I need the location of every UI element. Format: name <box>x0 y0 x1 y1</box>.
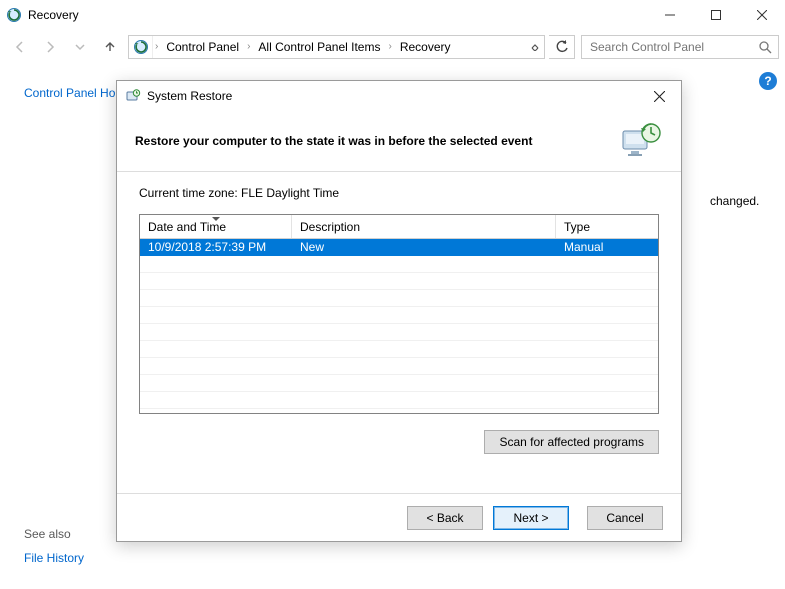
table-row[interactable] <box>140 307 658 324</box>
table-row[interactable] <box>140 273 658 290</box>
chevron-right-icon[interactable]: › <box>245 41 252 52</box>
breadcrumb-item[interactable]: Recovery <box>394 36 457 58</box>
nav-bar: › Control Panel › All Control Panel Item… <box>0 30 785 62</box>
search-icon[interactable] <box>758 40 772 54</box>
cell-description: New <box>292 239 556 255</box>
system-restore-dialog: System Restore Restore your computer to … <box>116 80 682 542</box>
back-button[interactable] <box>6 33 34 61</box>
recovery-icon <box>6 7 22 23</box>
table-row[interactable] <box>140 290 658 307</box>
breadcrumb-item[interactable]: All Control Panel Items <box>252 36 386 58</box>
column-header-type[interactable]: Type <box>556 215 658 238</box>
table-row[interactable] <box>140 358 658 375</box>
table-body: 10/9/2018 2:57:39 PM New Manual <box>140 239 658 413</box>
dialog-close-button[interactable] <box>639 83 679 109</box>
dialog-title: System Restore <box>147 89 232 103</box>
table-row[interactable]: 10/9/2018 2:57:39 PM New Manual <box>140 239 658 256</box>
see-also-heading: See also <box>24 527 71 541</box>
window-title: Recovery <box>28 8 79 22</box>
dialog-footer: < Back Next > Cancel <box>117 493 681 541</box>
cell-type: Manual <box>556 239 658 255</box>
help-icon[interactable]: ? <box>759 72 777 90</box>
table-row[interactable] <box>140 341 658 358</box>
restore-points-table[interactable]: Date and Time Description Type 10/9/2018… <box>139 214 659 414</box>
window-titlebar: Recovery <box>0 0 785 30</box>
address-bar[interactable]: › Control Panel › All Control Panel Item… <box>128 35 545 59</box>
dialog-heading: Restore your computer to the state it wa… <box>135 134 532 148</box>
table-row[interactable] <box>140 256 658 273</box>
minimize-button[interactable] <box>647 0 693 30</box>
scan-affected-programs-button[interactable]: Scan for affected programs <box>484 430 659 454</box>
restore-graphic-icon <box>619 121 663 161</box>
table-row[interactable] <box>140 324 658 341</box>
breadcrumb-item[interactable]: Control Panel <box>160 36 245 58</box>
control-panel-icon <box>129 36 153 58</box>
background-text-fragment: changed. <box>710 194 759 208</box>
dialog-titlebar: System Restore <box>117 81 681 111</box>
column-header-datetime[interactable]: Date and Time <box>140 215 292 238</box>
cancel-button[interactable]: Cancel <box>587 506 663 530</box>
search-input[interactable] <box>588 39 748 55</box>
forward-button[interactable] <box>36 33 64 61</box>
dialog-header: Restore your computer to the state it wa… <box>117 111 681 171</box>
back-button[interactable]: < Back <box>407 506 483 530</box>
chevron-right-icon[interactable]: › <box>153 41 160 52</box>
cell-datetime: 10/9/2018 2:57:39 PM <box>140 239 292 255</box>
table-row[interactable] <box>140 375 658 392</box>
table-row[interactable] <box>140 392 658 409</box>
system-restore-icon <box>125 88 141 104</box>
control-panel-home-link[interactable]: Control Panel Ho <box>24 86 115 100</box>
search-box[interactable] <box>581 35 779 59</box>
refresh-button[interactable] <box>549 35 575 59</box>
file-history-link[interactable]: File History <box>24 551 84 565</box>
table-header: Date and Time Description Type <box>140 215 658 239</box>
next-button[interactable]: Next > <box>493 506 569 530</box>
up-button[interactable] <box>96 33 124 61</box>
chevron-right-icon[interactable]: › <box>386 41 393 52</box>
recent-locations-button[interactable] <box>66 33 94 61</box>
column-header-description[interactable]: Description <box>292 215 556 238</box>
timezone-label: Current time zone: FLE Daylight Time <box>139 186 659 200</box>
maximize-button[interactable] <box>693 0 739 30</box>
address-dropdown-button[interactable] <box>526 36 544 58</box>
close-button[interactable] <box>739 0 785 30</box>
